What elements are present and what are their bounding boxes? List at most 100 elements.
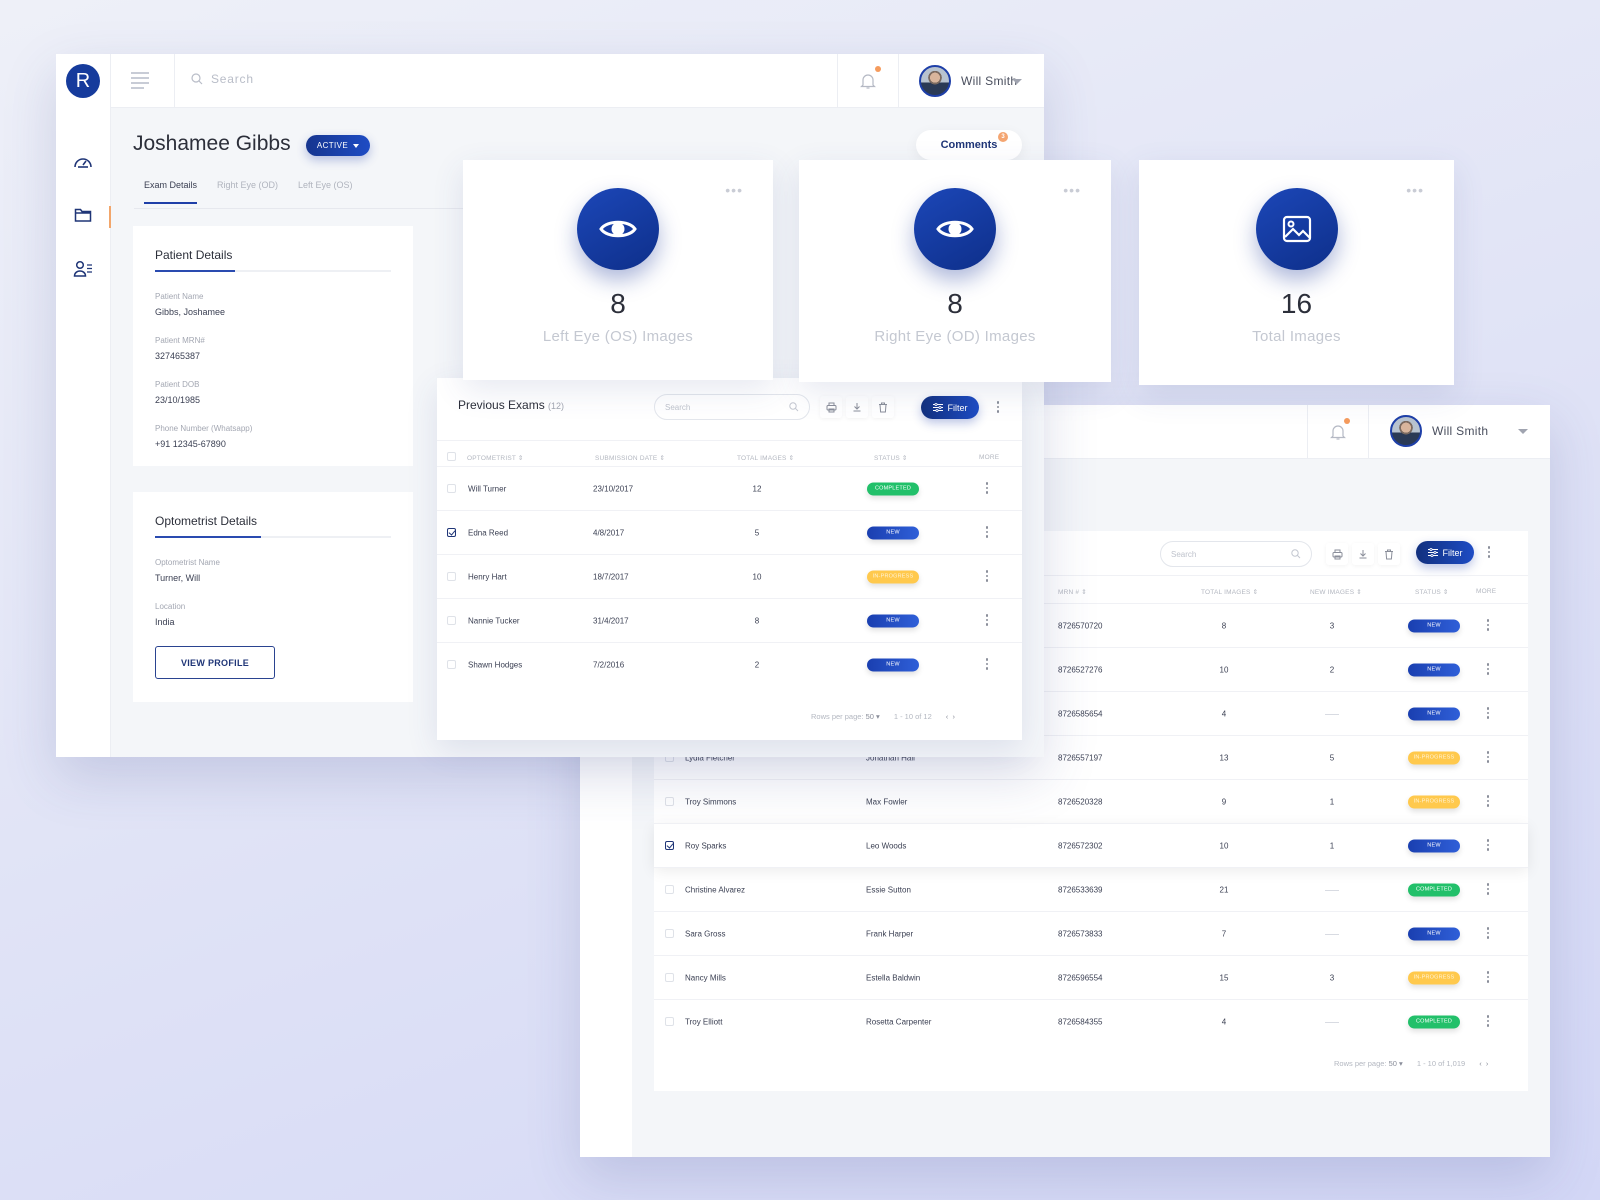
rows-per-page-select[interactable]: 50 ▾ [866, 712, 880, 721]
row-more-button[interactable] [1486, 663, 1490, 675]
row-checkbox[interactable] [665, 841, 674, 850]
delete-button[interactable] [872, 396, 894, 418]
col-header-total-images[interactable]: TOTAL IMAGES ⇕ [737, 454, 794, 462]
status-badge: NEW [1408, 707, 1460, 720]
row-checkbox[interactable] [447, 528, 456, 537]
global-search-input[interactable]: Search [191, 72, 254, 86]
menu-toggle-button[interactable] [131, 72, 149, 89]
download-button[interactable] [846, 396, 868, 418]
table-row[interactable]: Nannie Tucker 31/4/2017 8 NEW [437, 598, 1022, 642]
status-dropdown[interactable]: ACTIVE [306, 135, 370, 156]
col-header-optometrist[interactable]: OPTOMETRIST ⇕ [467, 454, 524, 462]
row-more-button[interactable] [1486, 619, 1490, 631]
tab-exam-details[interactable]: Exam Details [144, 180, 198, 204]
row-more-button[interactable] [1486, 839, 1490, 851]
search-icon [191, 73, 203, 85]
row-more-button[interactable] [1486, 795, 1490, 807]
eye-icon [599, 220, 637, 238]
download-button[interactable] [1352, 543, 1374, 565]
table-row[interactable]: Troy Simmons Max Fowler 8726520328 9 1 IN-PRO… [654, 779, 1528, 823]
more-options-button[interactable]: ••• [1063, 182, 1081, 198]
sidebar-item-users[interactable] [70, 256, 96, 282]
table-more-button[interactable] [996, 401, 1000, 413]
filter-label: Filter [947, 402, 968, 413]
cell-mrn: 8726585654 [1058, 709, 1103, 718]
col-header-new-images[interactable]: NEW IMAGES ⇕ [1310, 588, 1362, 596]
col-header-total-images[interactable]: TOTAL IMAGES ⇕ [1201, 588, 1258, 596]
exams-search-input[interactable]: Search [654, 394, 810, 420]
row-more-button[interactable] [985, 570, 989, 582]
row-checkbox[interactable] [447, 660, 456, 669]
user-menu[interactable]: Will Smith [919, 65, 1017, 97]
row-more-button[interactable] [1486, 1015, 1490, 1027]
rows-per-page-select[interactable]: 50 ▾ [1389, 1059, 1403, 1068]
row-checkbox[interactable] [665, 797, 674, 806]
row-more-button[interactable] [1486, 707, 1490, 719]
cell-patient-name: Troy Simmons [685, 797, 737, 806]
table-row[interactable]: Sara Gross Frank Harper 8726573833 7 NEW [654, 911, 1528, 955]
row-more-button[interactable] [1486, 883, 1490, 895]
prev-page-button[interactable]: ‹ [946, 712, 949, 721]
table-row[interactable]: Nancy Mills Estella Baldwin 8726596554 15 3 I… [654, 955, 1528, 999]
print-button[interactable] [1326, 543, 1348, 565]
more-options-button[interactable]: ••• [1406, 182, 1424, 198]
table-row[interactable]: Christine Alvarez Essie Sutton 8726533639 2… [654, 867, 1528, 911]
tab-right-eye[interactable]: Right Eye (OD) [217, 180, 278, 204]
stat-card-right-eye: ••• 8 Right Eye (OD) Images [799, 160, 1111, 382]
view-profile-button[interactable]: VIEW PROFILE [155, 646, 275, 679]
table-row[interactable]: Henry Hart 18/7/2017 10 IN-PROGRESS [437, 554, 1022, 598]
filter-button[interactable]: Filter [921, 396, 979, 419]
table-row[interactable]: Will Turner 23/10/2017 12 COMPLETED [437, 466, 1022, 510]
status-badge: NEW [1408, 663, 1460, 676]
sidebar-item-folder[interactable] [70, 202, 96, 228]
table-row[interactable]: Roy Sparks Leo Woods 8726572302 10 1 NEW [654, 823, 1528, 867]
row-checkbox[interactable] [447, 572, 456, 581]
notifications-button[interactable] [1307, 405, 1369, 459]
row-more-button[interactable] [1486, 927, 1490, 939]
more-options-button[interactable]: ••• [725, 182, 743, 198]
next-page-button[interactable]: › [1486, 1059, 1489, 1068]
table-more-button[interactable] [1487, 546, 1491, 558]
row-checkbox[interactable] [665, 973, 674, 982]
exams-pagination: Rows per page: 50 ▾ 1 - 10 of 12 ‹ › [811, 712, 955, 721]
row-checkbox[interactable] [447, 616, 456, 625]
patients-search-input[interactable]: Search [1160, 541, 1312, 567]
row-more-button[interactable] [1486, 751, 1490, 763]
row-checkbox[interactable] [665, 885, 674, 894]
row-checkbox[interactable] [447, 484, 456, 493]
row-more-button[interactable] [985, 482, 989, 494]
select-all-checkbox[interactable] [447, 452, 456, 461]
patient-details-card: Patient Details Patient Name Gibbs, Josha… [133, 226, 413, 466]
table-row[interactable]: Shawn Hodges 7/2/2016 2 NEW [437, 642, 1022, 686]
col-header-mrn[interactable]: MRN # ⇕ [1058, 588, 1087, 596]
table-row[interactable]: Edna Reed 4/8/2017 5 NEW [437, 510, 1022, 554]
table-row[interactable]: Troy Elliott Rosetta Carpenter 8726584355 4… [654, 999, 1528, 1043]
filter-button[interactable]: Filter [1416, 541, 1474, 564]
row-more-button[interactable] [1486, 971, 1490, 983]
chevron-down-icon[interactable] [1518, 429, 1528, 434]
page-range: 1 - 10 of 1,019 [1416, 1059, 1466, 1068]
prev-page-button[interactable]: ‹ [1479, 1059, 1482, 1068]
col-header-status[interactable]: STATUS ⇕ [874, 454, 908, 462]
next-page-button[interactable]: › [952, 712, 955, 721]
row-more-button[interactable] [985, 526, 989, 538]
comments-button[interactable]: Comments 3 [916, 130, 1022, 160]
row-more-button[interactable] [985, 614, 989, 626]
row-checkbox[interactable] [665, 929, 674, 938]
field-location: Location India [155, 602, 186, 627]
row-checkbox[interactable] [665, 1017, 674, 1026]
user-menu[interactable]: Will Smith [1390, 415, 1488, 447]
field-patient-name: Patient Name Gibbs, Joshamee [155, 292, 226, 317]
row-more-button[interactable] [985, 658, 989, 670]
print-button[interactable] [820, 396, 842, 418]
field-patient-mrn: Patient MRN# 327465387 [155, 336, 205, 361]
col-header-status[interactable]: STATUS ⇕ [1415, 588, 1449, 596]
sidebar-item-dashboard[interactable] [70, 148, 96, 174]
cell-mrn: 8726533639 [1058, 885, 1103, 894]
tab-left-eye[interactable]: Left Eye (OS) [298, 180, 353, 204]
col-header-submission-date[interactable]: SUBMISSION DATE ⇕ [595, 454, 665, 462]
delete-button[interactable] [1378, 543, 1400, 565]
app-logo[interactable]: R [66, 64, 100, 98]
chevron-down-icon[interactable] [1012, 79, 1022, 84]
notifications-button[interactable] [837, 54, 899, 108]
